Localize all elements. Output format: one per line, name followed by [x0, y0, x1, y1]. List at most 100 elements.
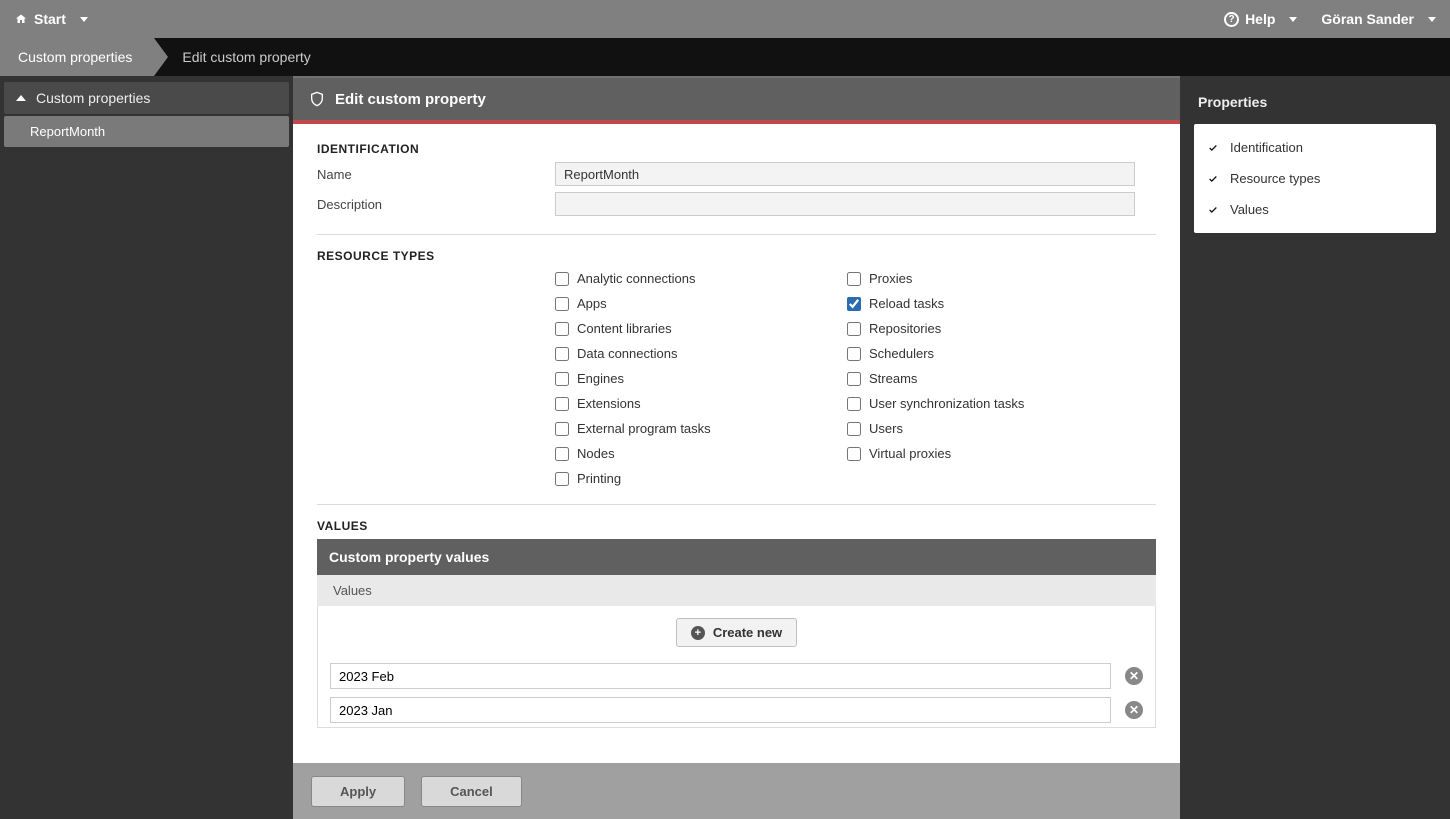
plus-icon: +	[691, 626, 705, 640]
breadcrumb-custom-properties[interactable]: Custom properties	[0, 38, 154, 76]
checkbox[interactable]	[555, 322, 569, 336]
cancel-label: Cancel	[450, 784, 493, 799]
section-resourcetypes-title: RESOURCE TYPES	[317, 249, 1156, 263]
description-input[interactable]	[555, 192, 1135, 216]
user-label: Göran Sander	[1321, 11, 1414, 27]
checkbox-label: Apps	[577, 296, 607, 311]
properties-link-values[interactable]: Values	[1194, 194, 1436, 225]
value-input[interactable]	[330, 697, 1111, 723]
resource-type-virtual-proxies[interactable]: Virtual proxies	[847, 446, 1139, 461]
resource-type-repositories[interactable]: Repositories	[847, 321, 1139, 336]
checkbox-label: Schedulers	[869, 346, 934, 361]
home-icon	[14, 13, 28, 25]
delete-value-button[interactable]: ✕	[1125, 667, 1143, 685]
properties-link-identification[interactable]: Identification	[1194, 132, 1436, 163]
nav-section-label: Custom properties	[36, 90, 150, 106]
resource-type-analytic-connections[interactable]: Analytic connections	[555, 271, 847, 286]
checkbox[interactable]	[847, 272, 861, 286]
check-icon	[1206, 174, 1220, 184]
resource-type-content-libraries[interactable]: Content libraries	[555, 321, 847, 336]
checkbox[interactable]	[847, 297, 861, 311]
workspace: Custom properties ReportMonth Edit custo…	[0, 76, 1450, 819]
nav-item-reportmonth[interactable]: ReportMonth	[4, 116, 289, 147]
name-label: Name	[317, 167, 555, 182]
nav-section-custom-properties[interactable]: Custom properties	[4, 82, 289, 114]
value-input[interactable]	[330, 663, 1111, 689]
checkbox-label: Streams	[869, 371, 917, 386]
resource-type-reload-tasks[interactable]: Reload tasks	[847, 296, 1139, 311]
checkbox-label: Users	[869, 421, 903, 436]
checkbox[interactable]	[555, 397, 569, 411]
help-label: Help	[1245, 11, 1275, 27]
user-menu[interactable]: Göran Sander	[1321, 11, 1436, 27]
checkbox[interactable]	[555, 272, 569, 286]
resource-type-nodes[interactable]: Nodes	[555, 446, 847, 461]
help-menu[interactable]: ? Help	[1224, 11, 1297, 27]
checkbox[interactable]	[847, 322, 861, 336]
resource-type-printing[interactable]: Printing	[555, 471, 847, 486]
checkbox[interactable]	[555, 422, 569, 436]
breadcrumb-label: Custom properties	[18, 49, 132, 65]
page-header: Edit custom property	[293, 76, 1180, 120]
divider	[317, 504, 1156, 505]
top-bar: Start ? Help Göran Sander	[0, 0, 1450, 38]
checkbox[interactable]	[555, 297, 569, 311]
checkbox[interactable]	[555, 472, 569, 486]
properties-link-label: Resource types	[1230, 171, 1320, 186]
check-icon	[1206, 205, 1220, 215]
value-row: ✕	[318, 693, 1155, 727]
resource-type-extensions[interactable]: Extensions	[555, 396, 847, 411]
checkbox[interactable]	[555, 372, 569, 386]
value-row: ✕	[318, 659, 1155, 693]
properties-box: Identification Resource types Values	[1194, 124, 1436, 233]
checkbox[interactable]	[847, 347, 861, 361]
field-description-row: Description	[317, 192, 1156, 216]
right-panel: Properties IdentificationResource typesV…	[1180, 76, 1450, 819]
checkbox-label: Data connections	[577, 346, 677, 361]
start-label: Start	[34, 11, 66, 27]
resource-type-apps[interactable]: Apps	[555, 296, 847, 311]
breadcrumb-label: Edit custom property	[182, 49, 310, 65]
start-menu[interactable]: Start	[14, 11, 88, 27]
resource-types-grid: Analytic connectionsProxies Apps Reload ta…	[555, 271, 1156, 486]
resource-type-schedulers[interactable]: Schedulers	[847, 346, 1139, 361]
resource-type-user-synchronization-tasks[interactable]: User synchronization tasks	[847, 396, 1139, 411]
resource-type-streams[interactable]: Streams	[847, 371, 1139, 386]
resource-type-engines[interactable]: Engines	[555, 371, 847, 386]
checkbox-label: Nodes	[577, 446, 615, 461]
chevron-up-icon	[16, 95, 26, 101]
values-panel-title: Custom property values	[317, 539, 1156, 575]
resource-type-data-connections[interactable]: Data connections	[555, 346, 847, 361]
create-new-row: + Create new	[318, 606, 1155, 659]
apply-button[interactable]: Apply	[311, 776, 405, 807]
checkbox[interactable]	[847, 397, 861, 411]
checkbox-label: Engines	[577, 371, 624, 386]
checkbox[interactable]	[847, 422, 861, 436]
apply-label: Apply	[340, 784, 376, 799]
footer-bar: Apply Cancel	[293, 763, 1180, 819]
create-new-button[interactable]: + Create new	[676, 618, 797, 647]
properties-link-label: Values	[1230, 202, 1269, 217]
resource-type-users[interactable]: Users	[847, 421, 1139, 436]
properties-link-label: Identification	[1230, 140, 1303, 155]
checkbox[interactable]	[847, 447, 861, 461]
breadcrumb-edit-custom-property[interactable]: Edit custom property	[154, 38, 332, 76]
left-nav: Custom properties ReportMonth	[0, 76, 293, 819]
delete-value-button[interactable]: ✕	[1125, 701, 1143, 719]
checkbox[interactable]	[555, 347, 569, 361]
checkbox-label: User synchronization tasks	[869, 396, 1024, 411]
cancel-button[interactable]: Cancel	[421, 776, 522, 807]
nav-item-label: ReportMonth	[30, 124, 105, 139]
checkbox[interactable]	[555, 447, 569, 461]
section-identification-title: IDENTIFICATION	[317, 142, 1156, 156]
resource-type-external-program-tasks[interactable]: External program tasks	[555, 421, 847, 436]
checkbox-label: Virtual proxies	[869, 446, 951, 461]
shield-icon	[309, 90, 325, 108]
center-wrap: Edit custom property IDENTIFICATION Name…	[293, 76, 1450, 819]
properties-link-resource-types[interactable]: Resource types	[1194, 163, 1436, 194]
checkbox[interactable]	[847, 372, 861, 386]
name-input[interactable]	[555, 162, 1135, 186]
resource-type-proxies[interactable]: Proxies	[847, 271, 1139, 286]
values-column-header: Values	[317, 575, 1156, 606]
values-panel: Custom property values Values + Create n…	[317, 539, 1156, 728]
